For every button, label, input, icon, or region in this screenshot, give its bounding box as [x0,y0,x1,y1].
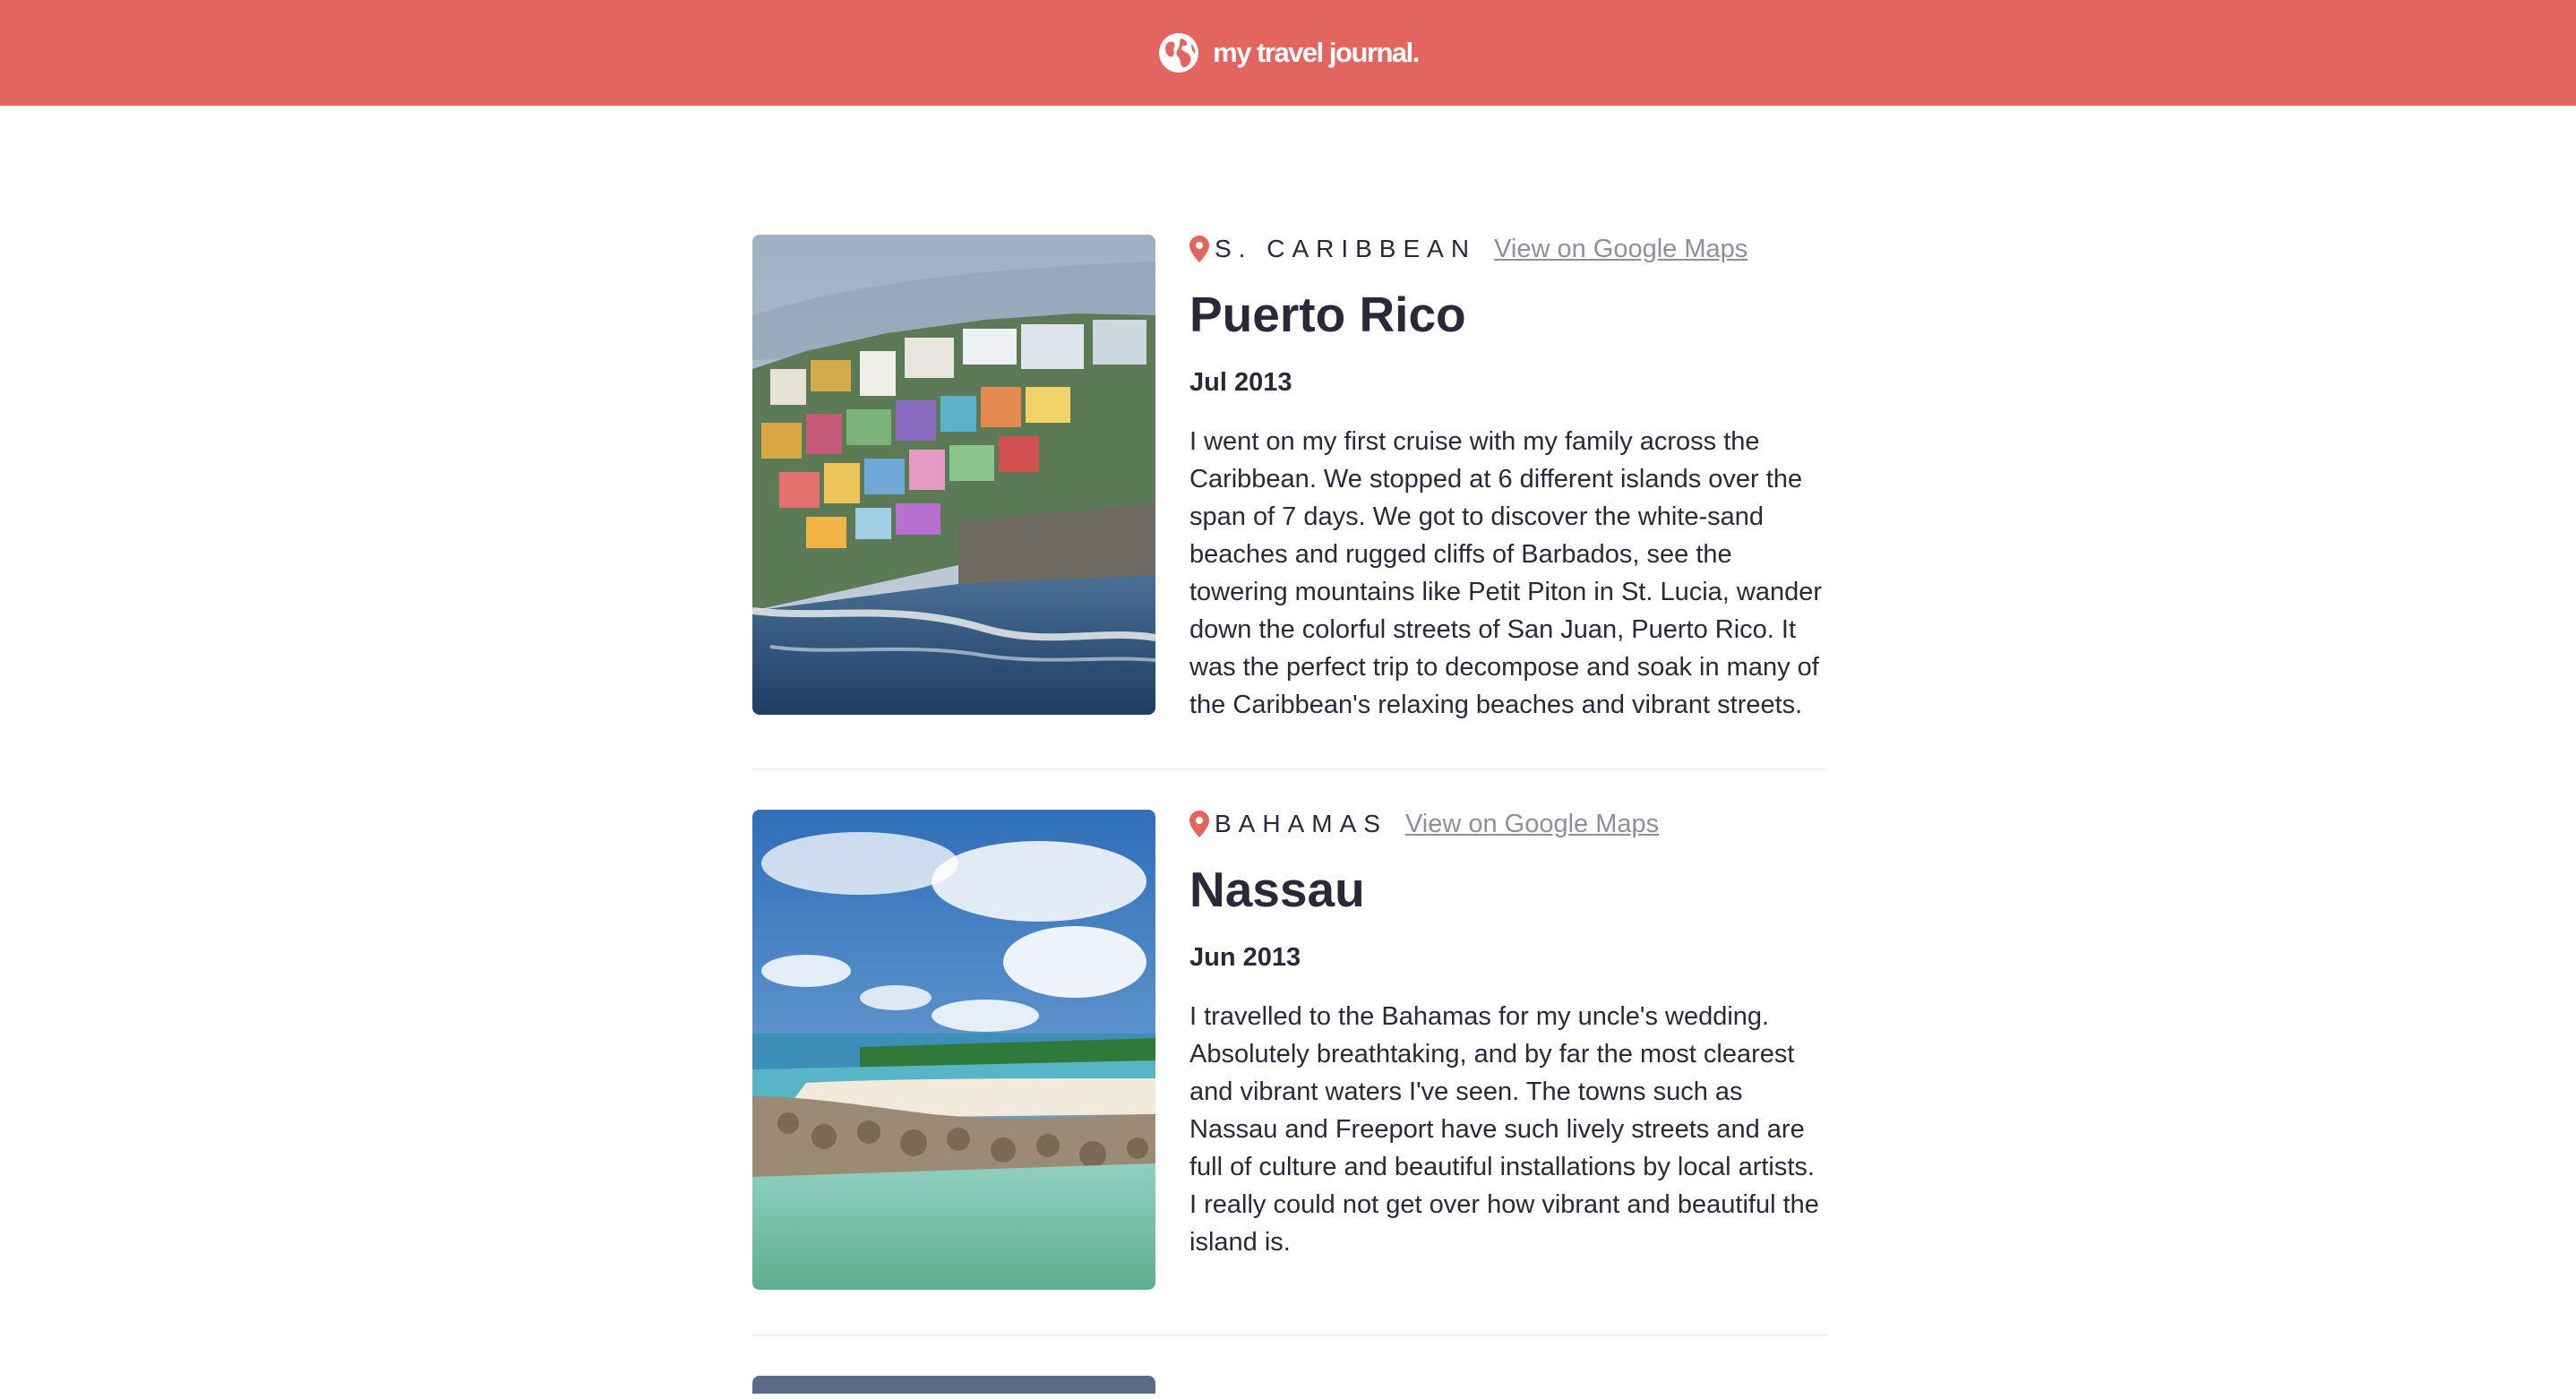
entry-title: Nassau [1189,862,1365,917]
entry-location: BAHAMAS [1215,810,1387,837]
entry-photo [752,810,1155,1290]
next-entry-partial [752,1376,1827,1394]
location-pin-icon [1189,236,1209,262]
google-maps-link[interactable]: View on Google Maps [1405,810,1659,839]
journal-entry: S. CARIBBEAN View on Google Maps Puerto … [752,235,1827,770]
entry-photo [752,1376,1155,1394]
location-row: S. CARIBBEAN View on Google Maps [1189,235,1827,263]
google-maps-link[interactable]: View on Google Maps [1494,235,1747,264]
entry-info: S. CARIBBEAN View on Google Maps Puerto … [1189,235,1827,724]
globe-icon [1159,33,1199,73]
entry-photo [752,235,1155,715]
brand-title: my travel journal. [1213,37,1420,68]
app-header: my travel journal. [0,0,2576,106]
entry-description: I went on my first cruise with my family… [1189,427,1823,719]
location-pin-icon [1189,811,1209,837]
entry-title: Puerto Rico [1189,287,1466,342]
entry-description: I travelled to the Bahamas for my uncle'… [1189,1002,1819,1257]
journal-entry: BAHAMAS View on Google Maps Nassau Jun 2… [752,810,1827,1336]
journal-list: S. CARIBBEAN View on Google Maps Puerto … [752,235,1827,1394]
entry-date: Jul 2013 [1189,368,1292,397]
entry-date: Jun 2013 [1189,943,1301,972]
entry-info: BAHAMAS View on Google Maps Nassau Jun 2… [1189,810,1827,1290]
entry-location: S. CARIBBEAN [1215,235,1477,262]
location-row: BAHAMAS View on Google Maps [1189,810,1827,838]
